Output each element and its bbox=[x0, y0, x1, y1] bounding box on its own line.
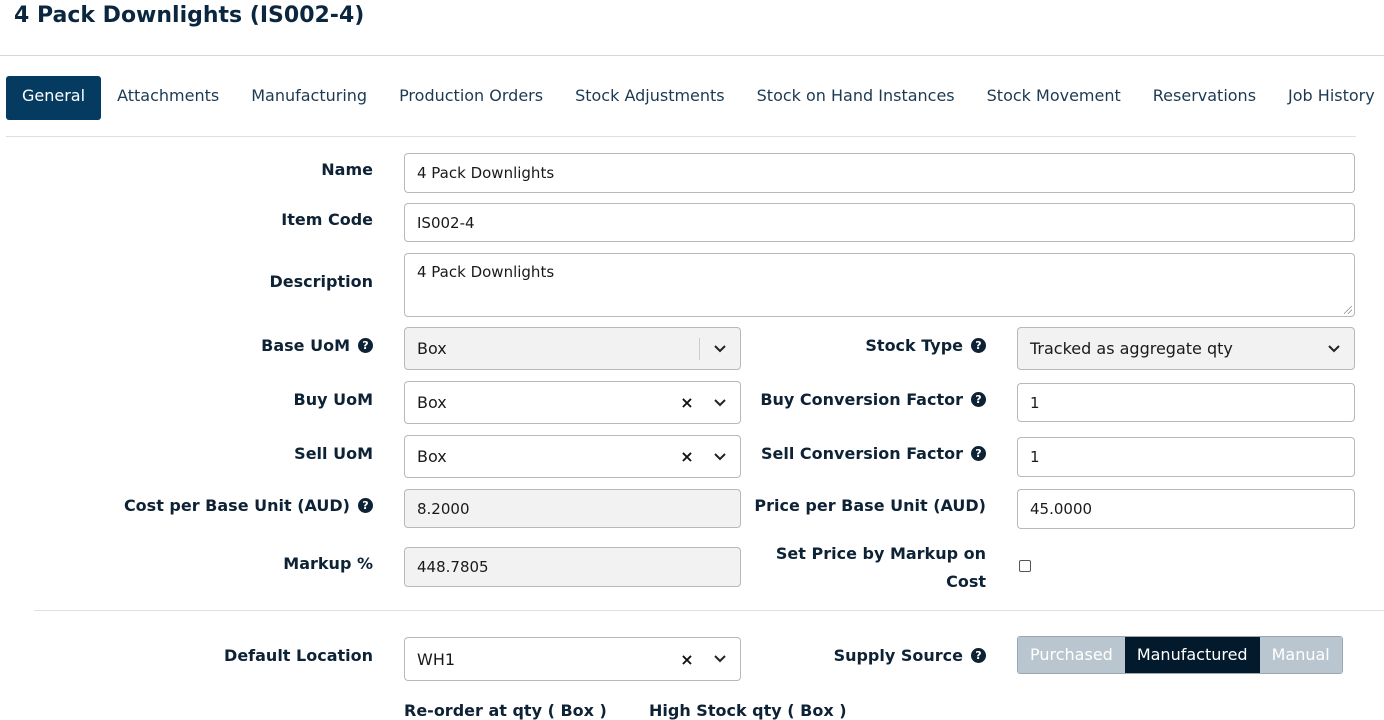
tab-stock-on-hand-instances[interactable]: Stock on Hand Instances bbox=[741, 76, 971, 120]
page-title: 4 Pack Downlights (IS002-4) bbox=[14, 3, 365, 28]
tabs-divider bbox=[6, 136, 1356, 137]
buy-conversion-factor-input[interactable]: 1 bbox=[1017, 383, 1355, 422]
price-per-base-unit-value: 45.0000 bbox=[1030, 500, 1093, 518]
buy-conversion-factor-label-text: Buy Conversion Factor bbox=[760, 390, 963, 409]
markup-label: Markup % bbox=[283, 554, 373, 573]
item-code-value: IS002-4 bbox=[417, 213, 475, 232]
buy-uom-value: Box bbox=[417, 393, 447, 412]
tab-attachments[interactable]: Attachments bbox=[101, 76, 235, 120]
section-divider bbox=[34, 610, 1384, 611]
item-code-input[interactable]: IS002-4 bbox=[404, 203, 1355, 242]
set-price-by-markup-label: Set Price by Markup on Cost bbox=[776, 540, 986, 596]
sell-conversion-factor-label: Sell Conversion Factor? bbox=[761, 444, 986, 463]
markup-value: 448.7805 bbox=[417, 558, 489, 576]
chevron-down-icon[interactable] bbox=[700, 655, 740, 663]
cost-per-base-unit-label-text: Cost per Base Unit (AUD) bbox=[123, 496, 350, 515]
supply-source-manufactured[interactable]: Manufactured bbox=[1124, 637, 1260, 673]
base-uom-label: Base UoM? bbox=[261, 336, 373, 355]
clear-x-icon[interactable]: × bbox=[674, 447, 700, 466]
stock-type-label: Stock Type? bbox=[865, 336, 986, 355]
name-input[interactable]: 4 Pack Downlights bbox=[404, 153, 1355, 193]
cost-per-base-unit-label: Cost per Base Unit (AUD)? bbox=[124, 496, 373, 515]
sell-uom-value: Box bbox=[417, 447, 447, 466]
sell-uom-label: Sell UoM bbox=[294, 444, 373, 463]
stock-type-label-text: Stock Type bbox=[865, 336, 963, 355]
description-label: Description bbox=[269, 272, 373, 291]
chevron-down-icon[interactable] bbox=[1314, 344, 1354, 353]
base-uom-value: Box bbox=[417, 339, 447, 358]
resize-grip-icon[interactable] bbox=[1344, 306, 1352, 314]
tab-reservations[interactable]: Reservations bbox=[1137, 76, 1272, 120]
set-price-by-markup-label-line2: Cost bbox=[946, 572, 986, 591]
high-stock-qty-label: High Stock qty ( Box ) bbox=[649, 701, 847, 720]
base-uom-select[interactable]: Box bbox=[404, 327, 741, 370]
sell-conversion-factor-value: 1 bbox=[1030, 448, 1040, 466]
tab-stock-adjustments[interactable]: Stock Adjustments bbox=[559, 76, 741, 120]
cost-per-base-unit-value: 8.2000 bbox=[417, 499, 470, 518]
header-divider bbox=[0, 55, 1384, 56]
tab-bar: General Attachments Manufacturing Produc… bbox=[6, 76, 1384, 120]
stock-type-value: Tracked as aggregate qty bbox=[1030, 339, 1233, 358]
clear-x-icon[interactable]: × bbox=[674, 650, 700, 669]
tab-production-orders[interactable]: Production Orders bbox=[383, 76, 559, 120]
supply-source-label-text: Supply Source bbox=[833, 646, 963, 665]
default-location-select[interactable]: WH1 × bbox=[404, 637, 741, 681]
chevron-down-icon[interactable] bbox=[700, 398, 740, 407]
chevron-down-icon[interactable] bbox=[700, 452, 740, 461]
description-value: 4 Pack Downlights bbox=[417, 263, 555, 281]
help-icon[interactable]: ? bbox=[358, 337, 373, 353]
buy-uom-label: Buy UoM bbox=[293, 390, 374, 409]
help-icon[interactable]: ? bbox=[358, 497, 373, 513]
tab-job-history[interactable]: Job History bbox=[1272, 76, 1384, 120]
clear-x-icon[interactable]: × bbox=[674, 393, 700, 412]
price-per-base-unit-input[interactable]: 45.0000 bbox=[1017, 489, 1355, 529]
sell-uom-select[interactable]: Box × bbox=[404, 435, 741, 478]
help-icon[interactable]: ? bbox=[971, 647, 986, 663]
help-icon[interactable]: ? bbox=[971, 391, 986, 407]
price-per-base-unit-label: Price per Base Unit (AUD) bbox=[754, 496, 986, 515]
set-price-by-markup-label-line1: Set Price by Markup on bbox=[775, 544, 986, 563]
cost-per-base-unit-input: 8.2000 bbox=[404, 489, 741, 528]
supply-source-toggle: Purchased Manufactured Manual bbox=[1017, 636, 1343, 674]
default-location-label: Default Location bbox=[224, 646, 373, 665]
tab-manufacturing[interactable]: Manufacturing bbox=[235, 76, 383, 120]
tab-stock-movement[interactable]: Stock Movement bbox=[971, 76, 1137, 120]
tab-general[interactable]: General bbox=[6, 76, 102, 120]
supply-source-label: Supply Source? bbox=[834, 646, 986, 665]
sell-conversion-factor-input[interactable]: 1 bbox=[1017, 437, 1355, 477]
reorder-qty-label: Re-order at qty ( Box ) bbox=[404, 701, 607, 720]
stock-type-select[interactable]: Tracked as aggregate qty bbox=[1017, 327, 1355, 370]
markup-input: 448.7805 bbox=[404, 547, 741, 587]
supply-source-manual[interactable]: Manual bbox=[1259, 637, 1342, 673]
buy-conversion-factor-value: 1 bbox=[1030, 393, 1040, 412]
supply-source-purchased[interactable]: Purchased bbox=[1018, 637, 1125, 673]
name-value: 4 Pack Downlights bbox=[417, 164, 555, 182]
sell-conversion-factor-label-text: Sell Conversion Factor bbox=[761, 444, 963, 463]
help-icon[interactable]: ? bbox=[971, 445, 986, 461]
set-price-by-markup-checkbox[interactable] bbox=[1019, 560, 1031, 572]
default-location-value: WH1 bbox=[417, 649, 456, 669]
buy-conversion-factor-label: Buy Conversion Factor? bbox=[760, 390, 986, 409]
help-icon[interactable]: ? bbox=[971, 337, 986, 353]
name-label: Name bbox=[321, 160, 373, 179]
description-textarea[interactable]: 4 Pack Downlights bbox=[404, 253, 1355, 317]
item-code-label: Item Code bbox=[281, 210, 373, 229]
chevron-down-icon[interactable] bbox=[700, 344, 740, 353]
buy-uom-select[interactable]: Box × bbox=[404, 381, 741, 424]
base-uom-label-text: Base UoM bbox=[261, 336, 350, 355]
